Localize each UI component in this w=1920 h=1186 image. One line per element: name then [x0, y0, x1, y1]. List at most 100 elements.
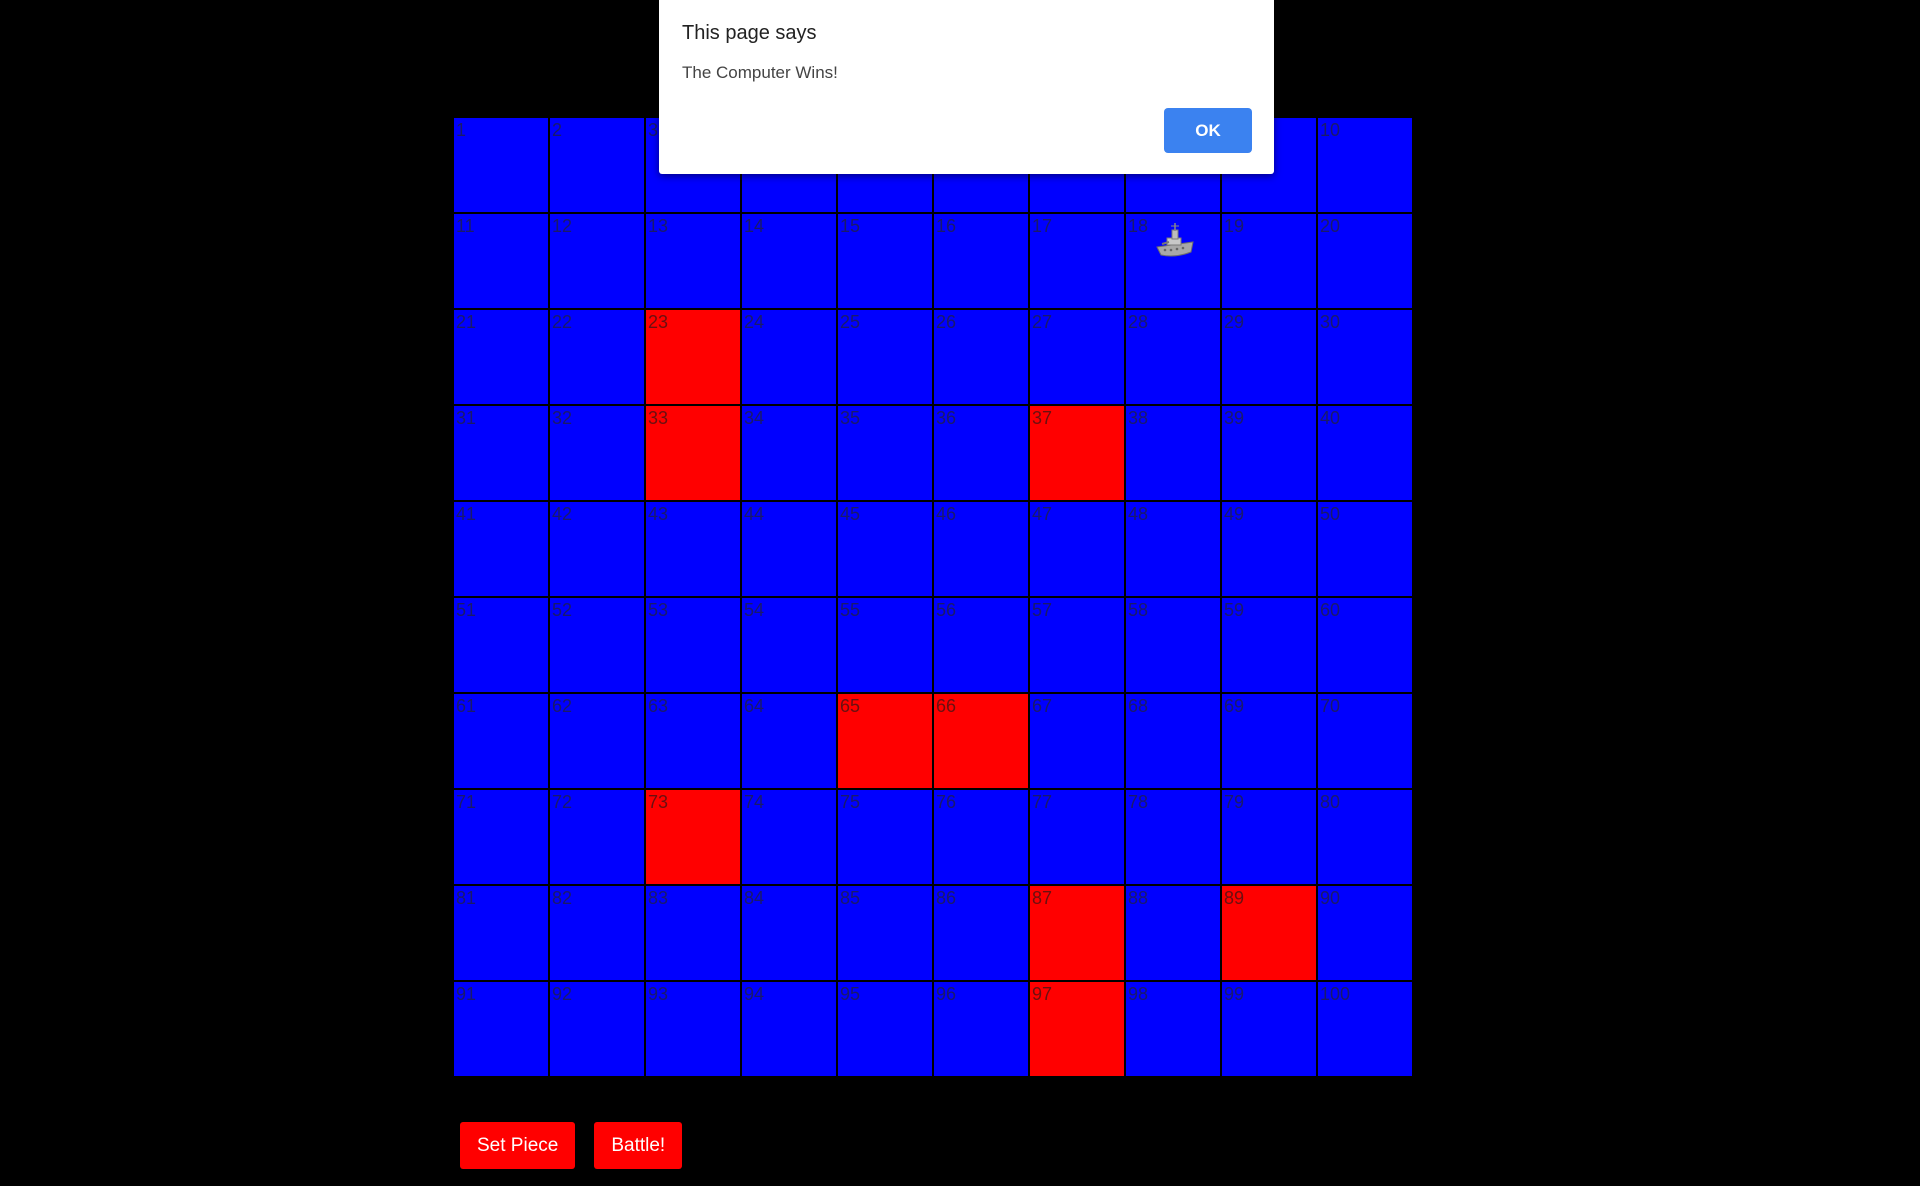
board-cell-52[interactable]: 52: [549, 597, 645, 693]
board-cell-11[interactable]: 11: [453, 213, 549, 309]
board-cell-81[interactable]: 81: [453, 885, 549, 981]
board-cell-95[interactable]: 95: [837, 981, 933, 1077]
board-cell-27[interactable]: 27: [1029, 309, 1125, 405]
board-cell-33[interactable]: 33: [645, 405, 741, 501]
board-cell-93[interactable]: 93: [645, 981, 741, 1077]
board-cell-53[interactable]: 53: [645, 597, 741, 693]
board-cell-17[interactable]: 17: [1029, 213, 1125, 309]
board-cell-29[interactable]: 29: [1221, 309, 1317, 405]
board-cell-63[interactable]: 63: [645, 693, 741, 789]
board-cell-49[interactable]: 49: [1221, 501, 1317, 597]
board-cell-43[interactable]: 43: [645, 501, 741, 597]
board-cell-88[interactable]: 88: [1125, 885, 1221, 981]
board-cell-31[interactable]: 31: [453, 405, 549, 501]
board-cell-84[interactable]: 84: [741, 885, 837, 981]
board-cell-94[interactable]: 94: [741, 981, 837, 1077]
cell-number: 38: [1128, 408, 1149, 428]
board-cell-72[interactable]: 72: [549, 789, 645, 885]
board-cell-86[interactable]: 86: [933, 885, 1029, 981]
board-cell-71[interactable]: 71: [453, 789, 549, 885]
board-cell-98[interactable]: 98: [1125, 981, 1221, 1077]
board-cell-59[interactable]: 59: [1221, 597, 1317, 693]
board-cell-37[interactable]: 37: [1029, 405, 1125, 501]
board-cell-50[interactable]: 50: [1317, 501, 1413, 597]
board-cell-68[interactable]: 68: [1125, 693, 1221, 789]
dialog-ok-button[interactable]: OK: [1164, 108, 1252, 153]
cell-number: 83: [648, 888, 669, 908]
board-cell-75[interactable]: 75: [837, 789, 933, 885]
set-piece-button[interactable]: Set Piece: [460, 1122, 576, 1169]
board-cell-57[interactable]: 57: [1029, 597, 1125, 693]
board-cell-76[interactable]: 76: [933, 789, 1029, 885]
board-cell-44[interactable]: 44: [741, 501, 837, 597]
board-cell-30[interactable]: 30: [1317, 309, 1413, 405]
board-cell-24[interactable]: 24: [741, 309, 837, 405]
board-cell-25[interactable]: 25: [837, 309, 933, 405]
board-cell-56[interactable]: 56: [933, 597, 1029, 693]
board-cell-1[interactable]: 1: [453, 117, 549, 213]
board-cell-45[interactable]: 45: [837, 501, 933, 597]
board-cell-13[interactable]: 13: [645, 213, 741, 309]
board-cell-61[interactable]: 61: [453, 693, 549, 789]
board-cell-10[interactable]: 10: [1317, 117, 1413, 213]
board-cell-64[interactable]: 64: [741, 693, 837, 789]
board-cell-91[interactable]: 91: [453, 981, 549, 1077]
battle-button[interactable]: Battle!: [594, 1122, 683, 1169]
board-cell-82[interactable]: 82: [549, 885, 645, 981]
board-cell-40[interactable]: 40: [1317, 405, 1413, 501]
board-cell-96[interactable]: 96: [933, 981, 1029, 1077]
board-cell-26[interactable]: 26: [933, 309, 1029, 405]
cell-number: 25: [840, 312, 861, 332]
board-cell-16[interactable]: 16: [933, 213, 1029, 309]
board-cell-89[interactable]: 89: [1221, 885, 1317, 981]
board-cell-41[interactable]: 41: [453, 501, 549, 597]
board-cell-90[interactable]: 90: [1317, 885, 1413, 981]
board-cell-47[interactable]: 47: [1029, 501, 1125, 597]
board-cell-20[interactable]: 20: [1317, 213, 1413, 309]
board-cell-34[interactable]: 34: [741, 405, 837, 501]
board-cell-97[interactable]: 97: [1029, 981, 1125, 1077]
board-cell-48[interactable]: 48: [1125, 501, 1221, 597]
board-cell-100[interactable]: 100: [1317, 981, 1413, 1077]
board-cell-65[interactable]: 65: [837, 693, 933, 789]
board-cell-80[interactable]: 80: [1317, 789, 1413, 885]
board-cell-58[interactable]: 58: [1125, 597, 1221, 693]
board-cell-42[interactable]: 42: [549, 501, 645, 597]
board-cell-21[interactable]: 21: [453, 309, 549, 405]
board-cell-55[interactable]: 55: [837, 597, 933, 693]
board-cell-74[interactable]: 74: [741, 789, 837, 885]
board-cell-2[interactable]: 2: [549, 117, 645, 213]
board-cell-23[interactable]: 23: [645, 309, 741, 405]
controls: Set Piece Battle!: [460, 1122, 683, 1169]
board-cell-92[interactable]: 92: [549, 981, 645, 1077]
board-cell-46[interactable]: 46: [933, 501, 1029, 597]
board-cell-69[interactable]: 69: [1221, 693, 1317, 789]
board-cell-73[interactable]: 73: [645, 789, 741, 885]
board-cell-85[interactable]: 85: [837, 885, 933, 981]
board-cell-19[interactable]: 19: [1221, 213, 1317, 309]
board-cell-51[interactable]: 51: [453, 597, 549, 693]
board-cell-18[interactable]: 18: [1125, 213, 1221, 309]
board-cell-67[interactable]: 67: [1029, 693, 1125, 789]
board-cell-28[interactable]: 28: [1125, 309, 1221, 405]
board-cell-35[interactable]: 35: [837, 405, 933, 501]
board-cell-99[interactable]: 99: [1221, 981, 1317, 1077]
board-cell-22[interactable]: 22: [549, 309, 645, 405]
board-cell-32[interactable]: 32: [549, 405, 645, 501]
board-cell-79[interactable]: 79: [1221, 789, 1317, 885]
board-cell-70[interactable]: 70: [1317, 693, 1413, 789]
board-cell-77[interactable]: 77: [1029, 789, 1125, 885]
board-cell-60[interactable]: 60: [1317, 597, 1413, 693]
board-cell-39[interactable]: 39: [1221, 405, 1317, 501]
board-cell-78[interactable]: 78: [1125, 789, 1221, 885]
board-cell-12[interactable]: 12: [549, 213, 645, 309]
board-cell-15[interactable]: 15: [837, 213, 933, 309]
board-cell-87[interactable]: 87: [1029, 885, 1125, 981]
board-cell-66[interactable]: 66: [933, 693, 1029, 789]
board-cell-54[interactable]: 54: [741, 597, 837, 693]
board-cell-62[interactable]: 62: [549, 693, 645, 789]
board-cell-83[interactable]: 83: [645, 885, 741, 981]
board-cell-14[interactable]: 14: [741, 213, 837, 309]
board-cell-36[interactable]: 36: [933, 405, 1029, 501]
board-cell-38[interactable]: 38: [1125, 405, 1221, 501]
